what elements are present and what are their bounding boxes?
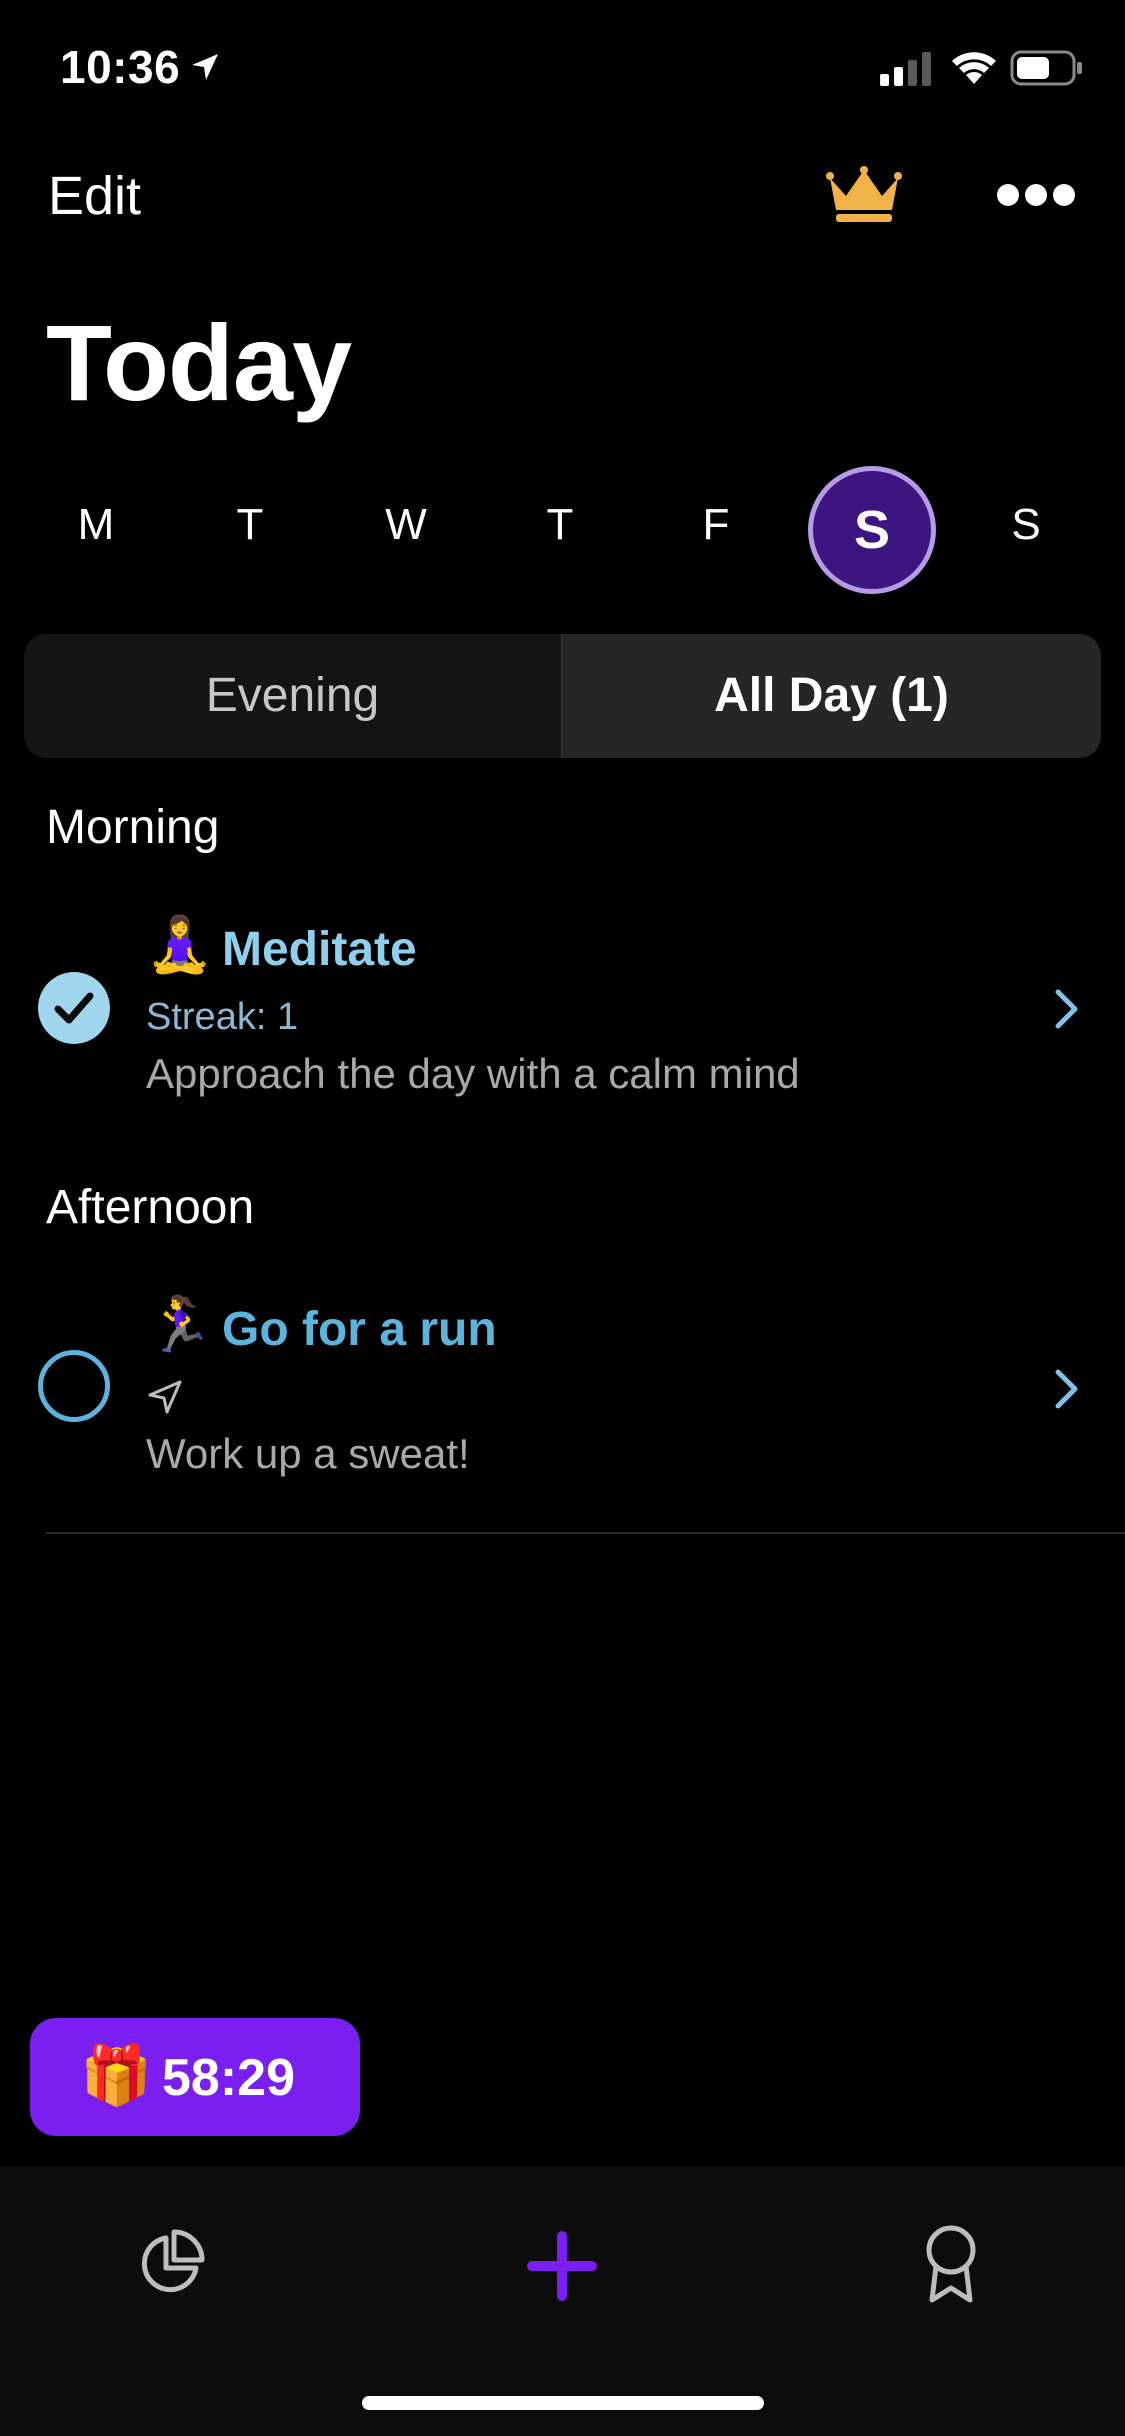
time-of-day-segmented-control: Evening All Day (1) [24,634,1101,758]
meditate-emoji-icon: 🧘‍♀️ [146,915,214,975]
battery-icon [1010,50,1082,86]
day-sunday[interactable]: S [986,500,1066,550]
day-thursday[interactable]: T [520,500,600,550]
task-description: Approach the day with a calm mind [146,1050,800,1097]
crown-icon[interactable] [826,166,902,224]
task-row-run[interactable]: 🏃‍♀️ Go for a run Work up a sweat! [0,1280,1125,1490]
task-checkbox-incomplete[interactable] [38,1350,110,1422]
task-title: Meditate [222,923,417,976]
promo-countdown: 58:29 [162,2049,295,2107]
edit-button[interactable]: Edit [48,165,141,227]
pie-chart-icon[interactable] [136,2228,206,2298]
page-title: Today [46,302,352,423]
location-pin-icon [148,1380,182,1414]
day-friday[interactable]: F [676,500,756,550]
segment-evening[interactable]: Evening [24,634,561,758]
award-icon[interactable] [922,2224,980,2304]
list-divider [46,1532,1125,1534]
more-options-icon[interactable] [996,180,1076,210]
section-header-morning: Morning [46,801,220,854]
checkmark-icon [54,992,94,1024]
day-monday[interactable]: M [56,500,136,550]
section-header-afternoon: Afternoon [46,1181,255,1234]
day-saturday-selected[interactable]: S [808,466,936,594]
task-description: Work up a sweat! [146,1430,470,1477]
segment-all-day[interactable]: All Day (1) [562,634,1101,758]
chevron-right-icon[interactable] [1054,988,1080,1030]
cellular-signal-icon [880,52,931,86]
location-arrow-icon [192,54,218,80]
promo-timer-button[interactable]: 🎁 58:29 [30,2018,360,2136]
wifi-icon [952,52,996,84]
task-streak: Streak: 1 [146,996,299,1038]
task-row-meditate[interactable]: 🧘‍♀️ Meditate Streak: 1 Approach the day… [0,900,1125,1110]
home-indicator[interactable] [362,2396,764,2410]
task-checkbox-completed[interactable] [38,972,110,1044]
chevron-right-icon[interactable] [1054,1368,1080,1410]
status-time: 10:36 [60,41,181,93]
running-emoji-icon: 🏃‍♀️ [146,1295,214,1355]
plus-icon[interactable] [526,2230,598,2302]
day-wednesday[interactable]: W [366,500,446,550]
gift-icon: 🎁 [80,2043,153,2108]
task-title: Go for a run [222,1303,497,1356]
day-tuesday[interactable]: T [210,500,290,550]
